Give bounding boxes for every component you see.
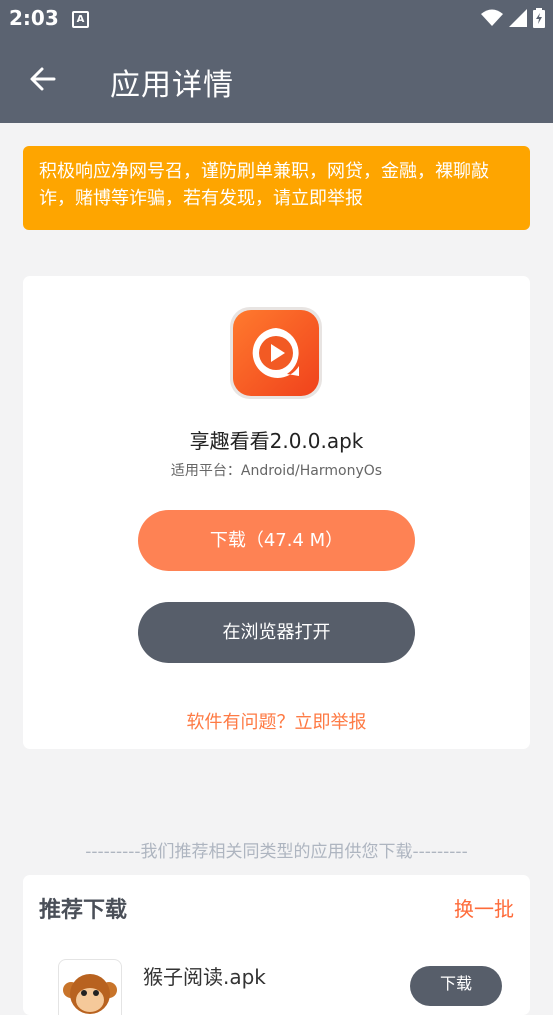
recommend-title: 推荐下载 bbox=[39, 898, 128, 923]
recommend-card: 推荐下载 换一批 猴子阅读.apk 下载 bbox=[23, 875, 530, 1015]
recommend-item-download-button[interactable]: 下载 bbox=[410, 966, 502, 1006]
download-button[interactable]: 下载（47.4 M） bbox=[138, 510, 415, 571]
recommend-item-name[interactable]: 猴子阅读.apk bbox=[143, 961, 266, 990]
refresh-batch-button[interactable]: 换一批 bbox=[454, 893, 514, 922]
app-icon bbox=[230, 307, 322, 399]
platform-info: 适用平台：Android/HarmonyOs bbox=[170, 463, 383, 479]
status-icons bbox=[481, 8, 545, 28]
play-logo-icon bbox=[252, 328, 299, 378]
status-time: 2:03 bbox=[9, 6, 59, 30]
notification-icon: A bbox=[72, 11, 89, 28]
app-name: 享趣看看2.0.0.apk bbox=[189, 429, 364, 453]
warning-text: 积极响应净网号召，谨防刷单兼职，网贷，金融，裸聊敲诈，赌博等诈骗，若有发现，请立… bbox=[39, 161, 489, 209]
report-link[interactable]: 软件有问题？立即举报 bbox=[23, 708, 530, 734]
wifi-icon bbox=[481, 9, 503, 26]
battery-icon bbox=[533, 8, 545, 28]
status-bar: 2:03 A bbox=[0, 0, 553, 38]
recommend-divider: ---------我们推荐相关同类型的应用供您下载--------- bbox=[85, 842, 468, 862]
monkey-app-icon[interactable] bbox=[58, 959, 122, 1015]
app-detail-card: 享趣看看2.0.0.apk 适用平台：Android/HarmonyOs 下载（… bbox=[23, 276, 530, 749]
page-title: 应用详情 bbox=[110, 68, 234, 103]
open-in-browser-button[interactable]: 在浏览器打开 bbox=[138, 602, 415, 663]
signal-icon bbox=[509, 9, 527, 27]
back-arrow-icon[interactable] bbox=[28, 64, 58, 94]
fraud-warning-banner: 积极响应净网号召，谨防刷单兼职，网贷，金融，裸聊敲诈，赌博等诈骗，若有发现，请立… bbox=[23, 146, 530, 230]
app-bar: 应用详情 bbox=[0, 38, 553, 123]
